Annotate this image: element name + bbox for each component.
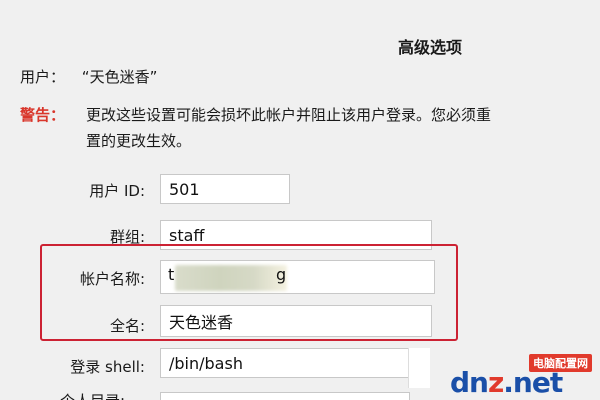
watermark-logo-suffix: .net <box>503 366 563 399</box>
panel-title: 高级选项 <box>397 38 462 57</box>
login-shell-label: 登录 shell: <box>70 358 145 376</box>
home-dir-label: 个人目录: <box>60 390 125 400</box>
site-watermark: 电脑配置网 dnz.net <box>450 352 600 400</box>
warning-label: 警告： <box>20 106 66 124</box>
watermark-logo-z: z <box>487 366 504 399</box>
login-shell-field[interactable] <box>160 348 410 378</box>
watermark-logo-prefix: dn <box>450 366 489 399</box>
user-line: 用户： “天色迷香” <box>20 66 157 87</box>
shell-dropdown-handle[interactable] <box>408 348 430 388</box>
user-id-label: 用户 ID: <box>89 182 145 200</box>
advanced-options-panel: 高级选项 用户： “天色迷香” 警告： 更改这些设置可能会损坏此帐户并阻止该用户… <box>0 0 600 400</box>
user-label: 用户： <box>20 68 66 86</box>
highlight-box <box>40 244 458 341</box>
home-dir-field[interactable] <box>160 392 410 400</box>
user-name: “天色迷香” <box>81 68 158 86</box>
warning-text-line1: 更改这些设置可能会损坏此帐户并阻止该用户登录。您必须重 <box>86 106 492 124</box>
user-id-field[interactable] <box>160 174 290 204</box>
warning-text-line2: 置的更改生效。 <box>86 132 192 150</box>
watermark-logo: dnz.net <box>450 366 563 399</box>
